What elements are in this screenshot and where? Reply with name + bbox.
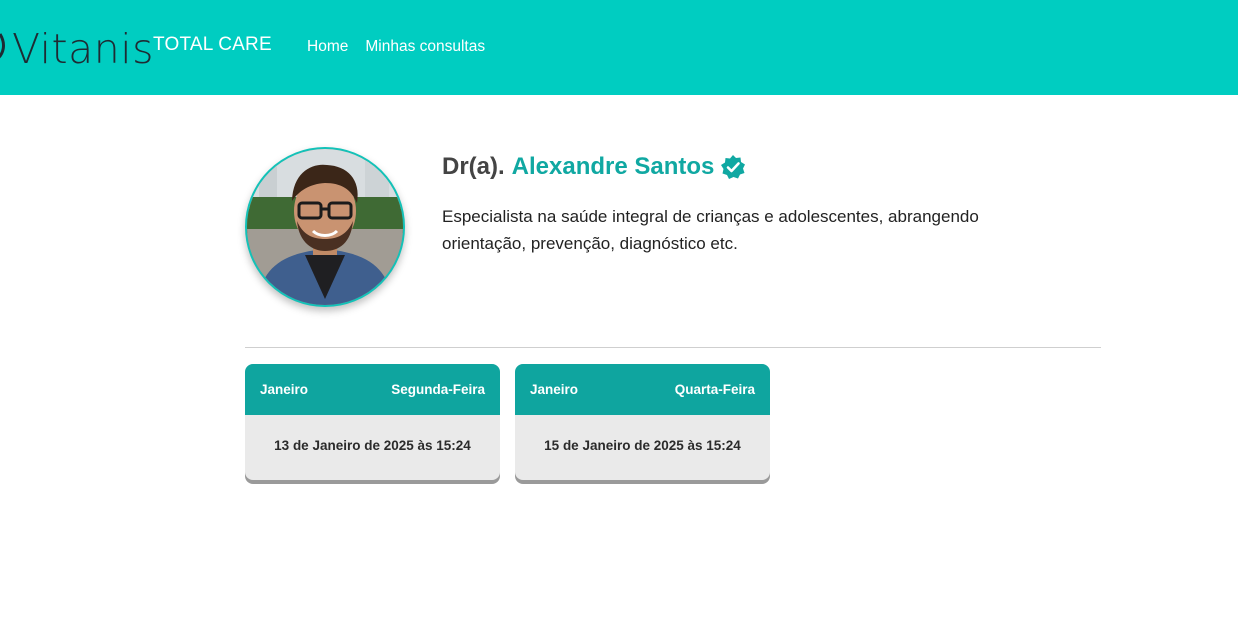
doctor-avatar (245, 147, 405, 307)
appointment-slot-card[interactable]: Janeiro Segunda-Feira 13 de Janeiro de 2… (245, 364, 500, 480)
brand-name: Vitanis (12, 25, 154, 73)
slot-weekday: Segunda-Feira (391, 382, 485, 397)
doctor-name: Alexandre Santos (511, 153, 715, 180)
logo-mark-icon (0, 33, 5, 59)
appointment-slot-card[interactable]: Janeiro Quarta-Feira 15 de Janeiro de 20… (515, 364, 770, 480)
slot-weekday: Quarta-Feira (674, 382, 755, 397)
main-nav: Home Minhas consultas (307, 38, 485, 56)
verified-badge-icon (721, 155, 746, 179)
nav-my-appointments-link[interactable]: Minhas consultas (365, 38, 485, 56)
top-navbar: Vitanis TOTAL CARE Home Minhas consultas (0, 0, 1238, 95)
nav-home-link[interactable]: Home (307, 38, 348, 56)
slot-header: Janeiro Quarta-Feira (515, 364, 770, 415)
slot-datetime: 15 de Janeiro de 2025 às 15:24 (544, 438, 741, 453)
doctor-title-prefix: Dr(a). (442, 153, 505, 180)
doctor-description: Especialista na saúde integral de crianç… (442, 207, 979, 253)
brand-tagline: TOTAL CARE (153, 34, 272, 55)
slot-month: Janeiro (530, 382, 579, 397)
slot-datetime: 13 de Janeiro de 2025 às 15:24 (274, 438, 471, 453)
doctor-name-heading: Dr(a). Alexandre Santos (442, 153, 746, 181)
section-divider (245, 347, 1101, 348)
slot-header: Janeiro Segunda-Feira (245, 364, 500, 415)
slot-month: Janeiro (260, 382, 309, 397)
